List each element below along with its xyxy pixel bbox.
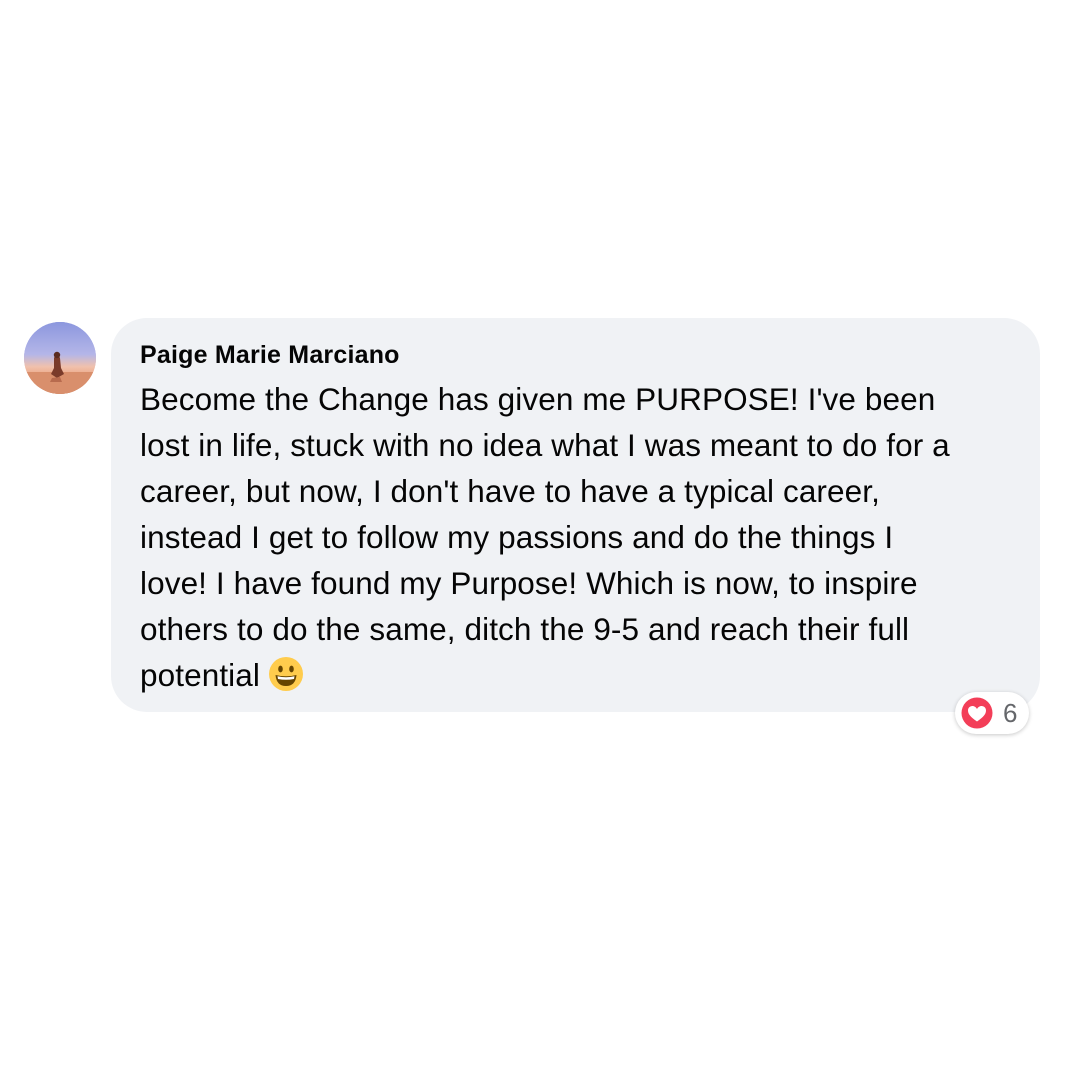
comment-text-last-line: potential bbox=[140, 652, 1014, 704]
comment-text-line: love! I have found my Purpose! Which is … bbox=[140, 565, 918, 601]
comment-author[interactable]: Paige Marie Marciano bbox=[140, 338, 1014, 372]
reaction-count: 6 bbox=[1003, 698, 1018, 728]
comment-text: Become the Change has given me PURPOSE! … bbox=[140, 376, 1014, 704]
comment-text-line: instead I get to follow my passions and … bbox=[140, 519, 894, 555]
heart-icon bbox=[960, 696, 994, 730]
avatar[interactable] bbox=[24, 322, 96, 394]
reaction-summary[interactable]: 6 bbox=[955, 692, 1030, 734]
comment-text-line: Become the Change has given me PURPOSE! … bbox=[140, 381, 936, 417]
comment-text-line: lost in life, stuck with no idea what I … bbox=[140, 427, 950, 463]
avatar-photo bbox=[24, 322, 96, 394]
comment-bubble: Paige Marie Marciano Become the Change h… bbox=[111, 318, 1040, 712]
comment-text-line: career, but now, I don't have to have a … bbox=[140, 473, 880, 509]
grinning-face-emoji-icon bbox=[268, 656, 304, 704]
comment-text-line: others to do the same, ditch the 9-5 and… bbox=[140, 611, 910, 647]
comment-text-line: potential bbox=[140, 657, 260, 693]
